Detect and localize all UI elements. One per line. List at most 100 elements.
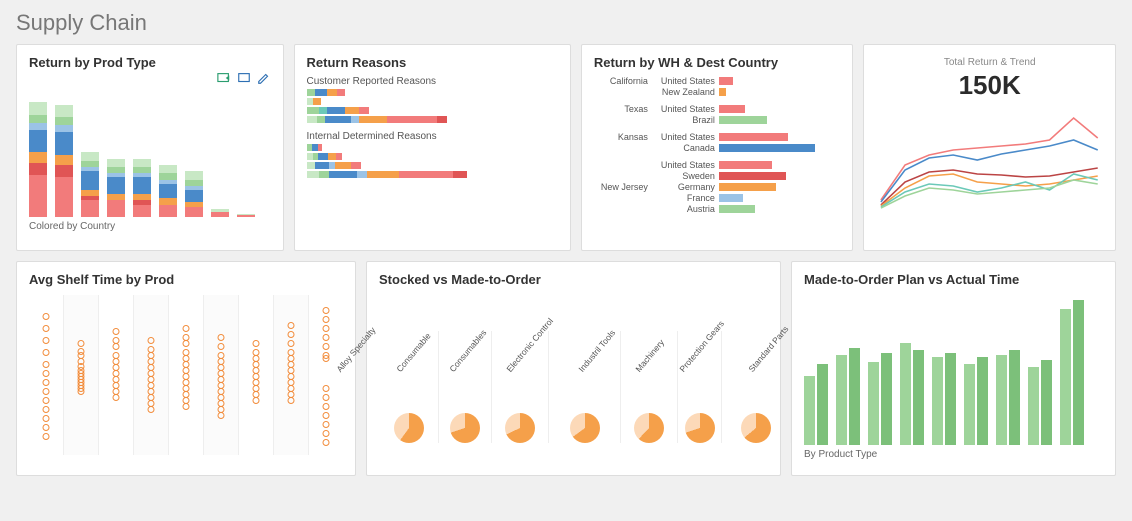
scatter-point <box>43 337 50 344</box>
scatter-point <box>288 397 295 404</box>
card-plan-vs-actual[interactable]: Made-to-Order Plan vs Actual Time By Pro… <box>791 261 1116 476</box>
scatter-point <box>323 430 330 437</box>
card-return-by-wh[interactable]: Return by WH & Dest Country CaliforniaUn… <box>581 44 853 251</box>
shelf-lane <box>238 295 273 455</box>
hbar-row <box>307 162 527 169</box>
pva-group <box>1060 300 1084 445</box>
stacked-bar-chart <box>29 92 271 217</box>
wh-group-label: Kansas <box>594 132 654 142</box>
wh-bar <box>719 105 745 113</box>
pva-bar <box>849 348 860 445</box>
scatter-point <box>43 388 50 395</box>
stack-bar <box>211 209 229 217</box>
wh-country-label: United States <box>654 76 719 86</box>
pva-group <box>1028 360 1052 445</box>
pva-group <box>996 350 1020 445</box>
scatter-point <box>43 424 50 431</box>
scatter-point <box>43 325 50 332</box>
card-hover-toolbar <box>217 71 271 90</box>
scatter-point <box>323 325 330 332</box>
wh-bar <box>719 133 789 141</box>
pva-bar <box>996 355 1007 445</box>
shelf-lane <box>168 295 203 455</box>
scatter-point <box>43 379 50 386</box>
pie-icon <box>685 413 715 443</box>
strip-scatter-chart <box>29 295 343 455</box>
wh-country-label: United States <box>654 104 719 114</box>
pva-group <box>900 343 924 445</box>
scatter-point <box>183 340 190 347</box>
wh-table: CaliforniaUnited StatesNew ZealandTexasU… <box>594 76 840 214</box>
kpi-value: 150K <box>876 70 1103 101</box>
wh-group-label: California <box>594 76 654 86</box>
pie-icon <box>741 413 771 443</box>
stack-bar <box>133 159 151 217</box>
pie-grid-chart: Alloy SpecialtyConsumableConsumablesElec… <box>379 293 768 443</box>
pva-bar <box>817 364 828 445</box>
hbars-internal <box>307 144 558 178</box>
shelf-lane <box>308 295 343 455</box>
scatter-point <box>253 340 260 347</box>
section-label-customer: Customer Reported Reasons <box>307 76 558 87</box>
trend-line <box>881 168 1098 205</box>
scatter-point <box>323 439 330 446</box>
shelf-lane <box>29 295 63 455</box>
wh-country-label: Austria <box>654 204 719 214</box>
grouped-bar-chart <box>804 295 1103 445</box>
scatter-point <box>323 394 330 401</box>
scatter-point <box>183 403 190 410</box>
hbar-row <box>307 171 527 178</box>
scatter-point <box>113 343 120 350</box>
pva-bar <box>881 353 892 445</box>
trend-line-chart <box>876 105 1103 215</box>
stack-bar <box>81 152 99 217</box>
pva-bar <box>1073 300 1084 445</box>
dashboard-row-1: Return by Prod Type Colored by Country R… <box>16 44 1116 251</box>
scatter-point <box>323 355 330 362</box>
pva-bar <box>836 355 847 445</box>
pie-icon <box>394 413 424 443</box>
stack-bar <box>29 102 47 217</box>
shelf-lane <box>203 295 238 455</box>
pva-group <box>932 353 956 445</box>
scatter-point <box>218 412 225 419</box>
pva-group <box>804 364 828 445</box>
scatter-point <box>113 394 120 401</box>
scatter-point <box>43 370 50 377</box>
kpi-label: Total Return & Trend <box>876 57 1103 68</box>
pva-bar <box>804 376 815 445</box>
page-title: Supply Chain <box>16 10 1116 36</box>
wh-bar <box>719 183 777 191</box>
pva-bar <box>932 357 943 445</box>
scatter-point <box>148 337 155 344</box>
wh-country-label: United States <box>654 160 719 170</box>
scatter-point <box>323 343 330 350</box>
pie-icon <box>505 413 535 443</box>
wh-country-label: United States <box>654 132 719 142</box>
pva-bar <box>1009 350 1020 445</box>
wh-country-label: Germany <box>654 182 719 192</box>
wh-bar <box>719 77 733 85</box>
scatter-point <box>323 307 330 314</box>
pie-icon <box>570 413 600 443</box>
hbar-row <box>307 89 527 96</box>
edit-icon[interactable] <box>257 71 271 90</box>
card-return-by-prod-type[interactable]: Return by Prod Type Colored by Country <box>16 44 284 251</box>
scatter-point <box>218 334 225 341</box>
wh-country-label: Canada <box>654 143 719 153</box>
pva-bar <box>977 357 988 445</box>
card-return-reasons[interactable]: Return Reasons Customer Reported Reasons… <box>294 44 571 251</box>
shelf-lane <box>63 295 98 455</box>
scatter-point <box>218 343 225 350</box>
card-avg-shelf-time[interactable]: Avg Shelf Time by Prod <box>16 261 356 476</box>
card-total-return-trend[interactable]: Total Return & Trend 150K <box>863 44 1116 251</box>
wh-bar <box>719 88 726 96</box>
scatter-point <box>323 403 330 410</box>
scatter-point <box>323 316 330 323</box>
card-stocked-vs-mto[interactable]: Stocked vs Made-to-Order Alloy Specialty… <box>366 261 781 476</box>
hbar-row <box>307 144 527 151</box>
maximize-icon[interactable] <box>237 71 251 90</box>
stack-bar <box>107 159 125 217</box>
export-icon[interactable] <box>217 71 231 90</box>
hbar-row <box>307 153 527 160</box>
